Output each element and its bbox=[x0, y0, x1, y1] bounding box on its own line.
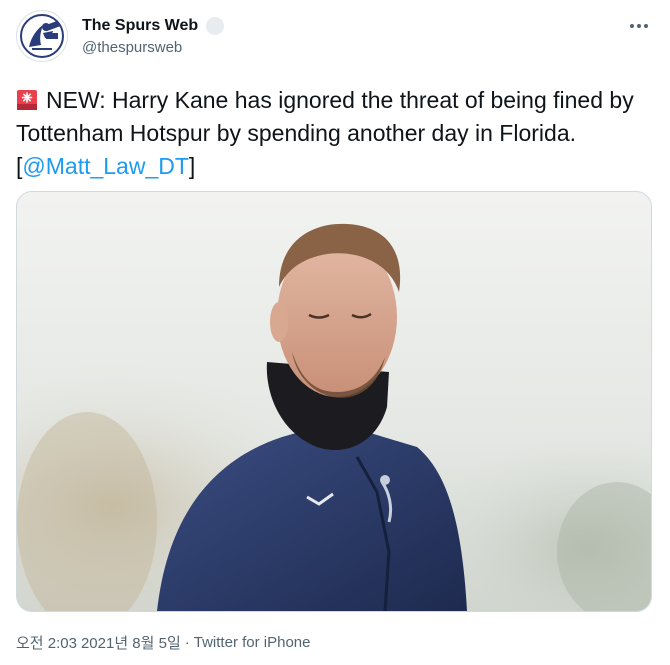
profile-badge-icon bbox=[206, 17, 225, 35]
tweet-source-link[interactable]: Twitter for iPhone bbox=[194, 634, 311, 651]
meta-separator: · bbox=[184, 634, 190, 651]
handle[interactable]: @thespursweb bbox=[82, 38, 224, 58]
display-name[interactable]: The Spurs Web bbox=[82, 16, 225, 36]
author-info: The Spurs Web @thespursweb bbox=[82, 16, 225, 58]
more-options-icon[interactable] bbox=[624, 14, 654, 38]
tweet-time-link[interactable]: 오전 2:03 bbox=[16, 632, 77, 653]
tweet-photo[interactable] bbox=[16, 191, 652, 612]
player-photo-image bbox=[17, 192, 651, 611]
tweet-date-link[interactable]: 2021년 8월 5일 bbox=[81, 632, 181, 653]
tweet-text: NEW: Harry Kane has ignored the threat o… bbox=[16, 84, 646, 183]
spurs-web-logo-icon bbox=[18, 12, 66, 60]
tweet-meta: 오전 2:03 2021년 8월 5일 · Twitter for iPhone bbox=[16, 632, 310, 653]
mention-link[interactable]: @Matt_Law_DT bbox=[22, 153, 189, 179]
display-name-text[interactable]: The Spurs Web bbox=[82, 16, 198, 36]
tweet-body-text-end: ] bbox=[188, 153, 196, 179]
rotating-light-icon bbox=[17, 90, 37, 110]
avatar[interactable] bbox=[16, 10, 68, 62]
tweet-header: The Spurs Web @thespursweb bbox=[16, 10, 654, 66]
